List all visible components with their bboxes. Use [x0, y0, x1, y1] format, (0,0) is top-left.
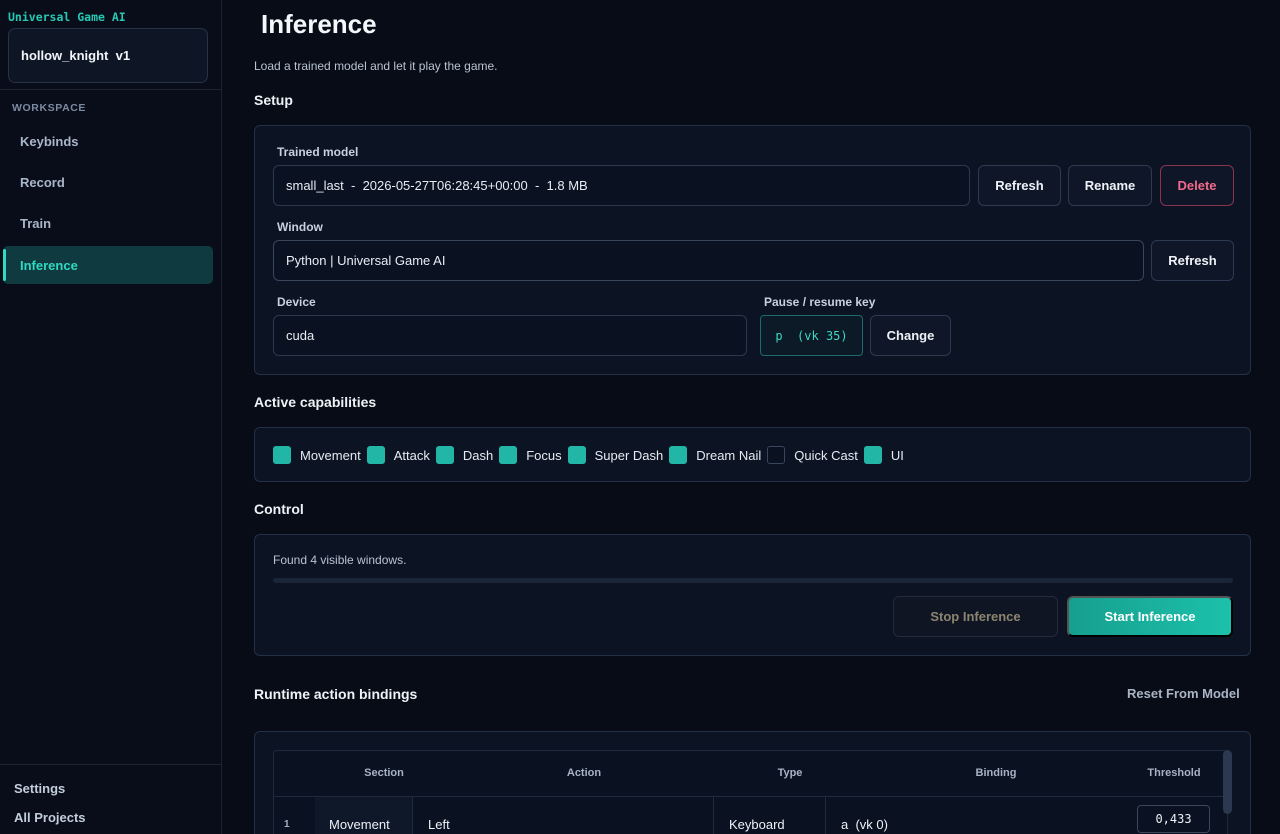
cell-binding: a (vk 0)	[825, 797, 1125, 834]
cell-type: Keyboard	[713, 797, 826, 834]
capability-checkbox[interactable]	[499, 446, 518, 464]
capability-label: UI	[890, 447, 904, 463]
sidebar-item-train[interactable]: Train	[3, 204, 213, 242]
threshold-input[interactable]: 0,433	[1137, 805, 1210, 833]
project-name: hollow_knight v1	[21, 48, 131, 63]
setup-title: Setup	[254, 92, 293, 108]
capability-checkbox[interactable]	[366, 446, 385, 464]
sidebar: Universal Game AI hollow_knight v1 WORKS…	[0, 0, 222, 834]
capability-super-dash[interactable]: Super Dash	[567, 446, 664, 464]
cell-section: Movement	[315, 797, 413, 834]
all-projects-link[interactable]: All Projects	[14, 810, 86, 825]
page-subtitle: Load a trained model and let it play the…	[254, 59, 498, 73]
model-select[interactable]: small_last - 2026-05-27T06:28:45+00:00 -…	[273, 165, 970, 206]
device-label: Device	[277, 295, 316, 309]
page-title: Inference	[261, 9, 377, 39]
column-header-section: Section	[364, 767, 404, 779]
inference-progress-bar	[273, 578, 1233, 583]
control-status: Found 4 visible windows.	[273, 553, 407, 567]
window-label: Window	[277, 220, 323, 234]
capability-ui[interactable]: UI	[863, 446, 904, 464]
capability-dash[interactable]: Dash	[435, 446, 494, 464]
capability-label: Quick Cast	[794, 447, 858, 463]
capability-label: Attack	[393, 447, 430, 463]
stop-inference-button[interactable]: Stop Inference	[893, 596, 1058, 637]
table-scrollbar[interactable]	[1223, 750, 1232, 814]
cell-action: Left	[412, 797, 714, 834]
column-header-threshold: Threshold	[1147, 767, 1201, 779]
capability-label: Movement	[300, 447, 361, 463]
app-brand: Universal Game AI	[8, 10, 126, 24]
sidebar-item-keybinds[interactable]: Keybinds	[3, 122, 213, 160]
capability-checkbox[interactable]	[273, 446, 291, 464]
window-select[interactable]: Python | Universal Game AI	[273, 240, 1144, 281]
capability-checkbox[interactable]	[435, 446, 454, 464]
column-header-action: Action	[566, 767, 602, 779]
capability-label: Dash	[462, 447, 494, 463]
delete-button[interactable]: Delete	[1160, 165, 1234, 206]
capability-checkbox[interactable]	[863, 446, 882, 464]
capability-checkbox[interactable]	[669, 446, 688, 464]
capability-movement[interactable]: Movement	[273, 446, 361, 464]
capability-checkbox[interactable]	[567, 446, 586, 464]
capability-label: Super Dash	[594, 447, 664, 463]
device-select[interactable]: cuda	[273, 315, 747, 356]
capability-label: Focus	[526, 447, 562, 463]
column-header-type: Type	[777, 767, 803, 779]
sidebar-divider	[0, 89, 221, 90]
control-card: Found 4 visible windows. Stop Inference …	[254, 534, 1251, 656]
workspace-label: WORKSPACE	[12, 102, 87, 114]
column-header-binding: Binding	[975, 767, 1017, 779]
sidebar-bottom-divider	[0, 764, 221, 765]
settings-link[interactable]: Settings	[14, 781, 65, 796]
start-inference-button[interactable]: Start Inference	[1067, 596, 1233, 637]
sidebar-item-record[interactable]: Record	[3, 163, 213, 201]
table-row[interactable]: 1 Movement Left Keyboard a (vk 0) 0,433	[274, 796, 1227, 834]
capability-attack[interactable]: Attack	[366, 446, 430, 464]
pause-key-label: Pause / resume key	[764, 295, 876, 309]
rename-button[interactable]: Rename	[1068, 165, 1152, 206]
change-key-button[interactable]: Change	[870, 315, 951, 356]
reset-from-model-button[interactable]: Reset From Model	[1127, 686, 1240, 701]
capability-checkbox[interactable]	[767, 446, 786, 464]
capability-quick-cast[interactable]: Quick Cast	[767, 446, 858, 464]
capabilities-list: Movement Attack Dash Focus Super Dash Dream N…	[273, 428, 910, 482]
bindings-title: Runtime action bindings	[254, 686, 418, 702]
capability-label: Dream Nail	[696, 447, 762, 463]
capability-dream-nail[interactable]: Dream Nail	[669, 446, 761, 464]
window-refresh-button[interactable]: Refresh	[1151, 240, 1234, 281]
capabilities-card: Movement Attack Dash Focus Super Dash Dream N…	[254, 427, 1251, 482]
bindings-table: Section Action Type Binding Threshold 1 …	[273, 750, 1228, 834]
bindings-card: Section Action Type Binding Threshold 1 …	[254, 731, 1251, 834]
model-refresh-button[interactable]: Refresh	[978, 165, 1061, 206]
pause-key-display: p (vk 35)	[760, 315, 863, 356]
sidebar-item-inference[interactable]: Inference	[3, 246, 213, 284]
capability-focus[interactable]: Focus	[499, 446, 562, 464]
setup-card: Trained model small_last - 2026-05-27T06…	[254, 125, 1251, 375]
model-label: Trained model	[277, 145, 359, 159]
row-number: 1	[284, 818, 290, 830]
capabilities-title: Active capabilities	[254, 394, 377, 410]
control-title: Control	[254, 501, 304, 517]
project-selector[interactable]: hollow_knight v1	[8, 28, 208, 83]
